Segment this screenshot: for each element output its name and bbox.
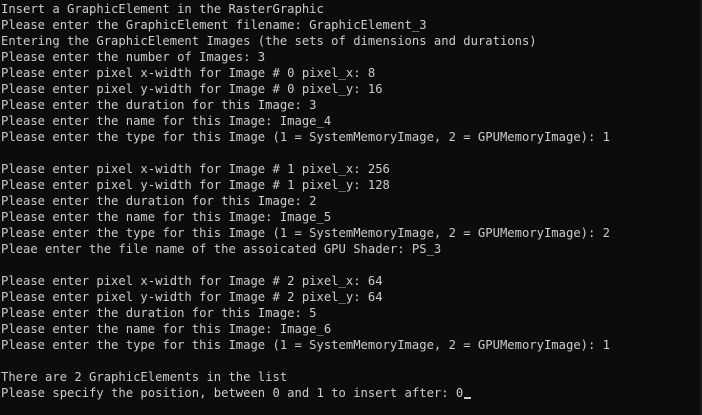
text-cursor bbox=[464, 397, 472, 399]
console-line: Please enter the name for this Image: Im… bbox=[1, 322, 332, 336]
console-line: Please enter the number of Images: 3 bbox=[1, 50, 266, 64]
console-line: Please enter pixel y-width for Image # 1… bbox=[1, 178, 390, 192]
console-prompt-line[interactable]: Please specify the position, between 0 a… bbox=[1, 385, 702, 401]
console-line: Please enter the GraphicElement filename… bbox=[1, 18, 427, 32]
console-line: Please enter the duration for this Image… bbox=[1, 98, 317, 112]
console-line: Please enter pixel y-width for Image # 0… bbox=[1, 82, 383, 96]
console-line: Please enter the name for this Image: Im… bbox=[1, 114, 332, 128]
console-line: Please enter the duration for this Image… bbox=[1, 194, 317, 208]
console-output[interactable]: Insert a GraphicElement in the RasterGra… bbox=[0, 0, 702, 415]
console-line: Please enter the type for this Image (1 … bbox=[1, 338, 611, 352]
console-line-text: Please specify the position, between 0 a… bbox=[1, 386, 464, 400]
console-line: Please enter pixel x-width for Image # 2… bbox=[1, 274, 383, 288]
console-line: Please enter the type for this Image (1 … bbox=[1, 226, 611, 240]
console-line: Please enter pixel x-width for Image # 1… bbox=[1, 162, 390, 176]
console-line: There are 2 GraphicElements in the list bbox=[1, 370, 288, 384]
console-line: Please enter pixel y-width for Image # 2… bbox=[1, 290, 383, 304]
console-line: Please enter the name for this Image: Im… bbox=[1, 210, 332, 224]
console-line: Please enter pixel x-width for Image # 0… bbox=[1, 66, 376, 80]
console-line: Entering the GraphicElement Images (the … bbox=[1, 34, 537, 48]
console-line: Insert a GraphicElement in the RasterGra… bbox=[1, 2, 324, 16]
console-line: Pleae enter the file name of the assoica… bbox=[1, 242, 442, 256]
console-line: Please enter the type for this Image (1 … bbox=[1, 130, 611, 144]
console-line: Please enter the duration for this Image… bbox=[1, 306, 317, 320]
